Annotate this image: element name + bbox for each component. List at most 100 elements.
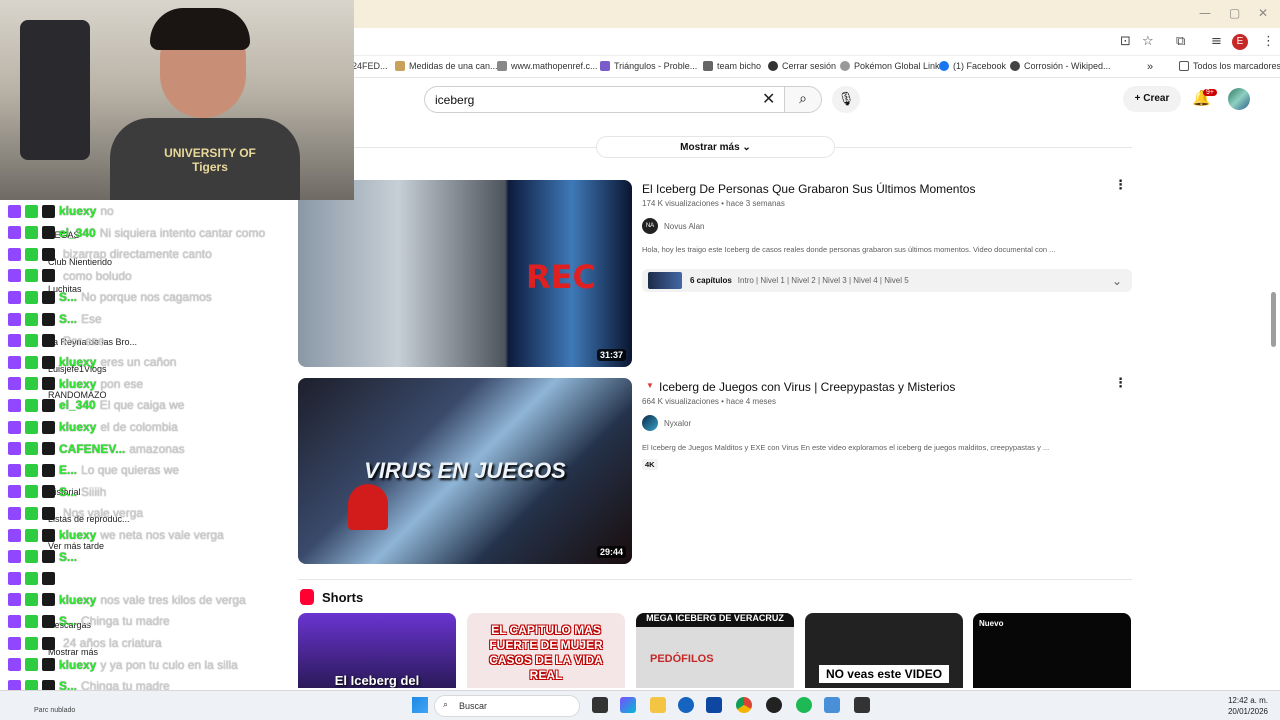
bookmark-item[interactable]: Pokémon Global Link [840, 61, 940, 71]
taskbar-search-input[interactable]: ⌕ Buscar [434, 695, 580, 717]
chat-line: kluexy el de colombia [8, 418, 178, 436]
chat-badge-icon [8, 485, 21, 499]
chrome-icon[interactable] [736, 697, 752, 713]
more-options-icon[interactable]: ⋮ [1114, 376, 1127, 391]
short-subtext: PEDÓFILOS [650, 653, 714, 665]
short-thumbnail[interactable]: Nuevo [973, 613, 1131, 688]
install-app-icon[interactable]: ⊡ [1120, 34, 1131, 49]
chat-username: kluexy [59, 528, 97, 542]
extensions-icon[interactable]: ⧉ [1176, 34, 1185, 49]
chat-badge-icon [8, 226, 21, 240]
chevron-down-icon[interactable]: ⌄ [1112, 274, 1122, 288]
voice-search-button[interactable]: 🎙 [832, 86, 860, 113]
clear-search-icon[interactable]: ✕ [762, 89, 775, 108]
bookmark-item[interactable]: Corrosión - Wikiped... [1010, 61, 1111, 71]
chat-username: el_340 [59, 398, 96, 413]
short-thumbnail[interactable]: EL CAPITULO MAS FUERTE DE MUJER CASOS DE… [467, 613, 625, 688]
chevron-down-icon: ⌄ [742, 142, 751, 153]
task-view-icon[interactable] [592, 697, 608, 713]
chat-message: we neta nos vale verga [100, 528, 224, 542]
reading-list-icon[interactable]: ≡ [1211, 34, 1222, 49]
video-thumbnail[interactable]: VIRUS EN JUEGOS 29:44 [298, 378, 632, 564]
chat-badge-icon [8, 247, 21, 261]
chat-badge-icon [25, 485, 38, 499]
clock-date: 20/01/2026 [1227, 707, 1268, 716]
chat-badge-icon [42, 269, 55, 283]
close-window-button[interactable]: ✕ [1258, 6, 1268, 20]
chat-message: Por ese [63, 333, 105, 348]
chat-badge-icon [25, 398, 38, 412]
channel-link[interactable]: NA Novus Alan [642, 218, 704, 234]
user-avatar[interactable] [1228, 88, 1250, 110]
video-title[interactable]: El Iceberg De Personas Que Grabaron Sus … [642, 182, 975, 196]
short-thumbnail[interactable]: El Iceberg del [298, 613, 456, 688]
short-text: EL CAPITULO MAS FUERTE DE MUJER CASOS DE… [489, 623, 603, 682]
chat-message: No porque nos cagamos [81, 290, 212, 305]
chat-line: E... Lo que quieras we [8, 461, 179, 479]
plus-icon: + [1134, 93, 1144, 104]
video-thumbnail[interactable]: REC 31:37 [298, 180, 632, 367]
video-title[interactable]: Iceberg de Juegos con Virus | Creepypast… [659, 380, 955, 394]
page-scrollbar[interactable] [1271, 292, 1276, 347]
show-more-button[interactable]: Mostrar más ⌄ [596, 136, 835, 158]
obs-icon[interactable] [766, 697, 782, 713]
chapters-row[interactable]: 6 capítulos Intro | Nivel 1 | Nivel 2 | … [642, 269, 1132, 292]
bookmark-item[interactable]: team bicho [703, 61, 761, 71]
chat-badge-icon [25, 614, 38, 628]
chat-badge-icon [25, 420, 38, 434]
windows-taskbar: Parc nublado ⌕ Buscar 12:42 a. m. 20/01/… [0, 690, 1280, 720]
divider [835, 147, 1132, 148]
chat-message: Ese [81, 312, 102, 326]
chat-line: el_340 Ni siquiera intento cantar como [8, 224, 265, 242]
short-thumbnail[interactable]: NO veas este VIDEO [805, 613, 963, 688]
browser-menu-icon[interactable]: ⋮ [1262, 34, 1275, 49]
bookmark-favicon-icon [703, 61, 713, 71]
bookmark-star-icon[interactable]: ☆ [1142, 34, 1154, 49]
app-icon[interactable] [824, 697, 840, 713]
chat-badge-icon [8, 312, 21, 326]
chat-message: Lo que quieras we [81, 463, 180, 478]
chat-badge-icon [25, 269, 38, 283]
create-button[interactable]: + Crear [1123, 86, 1181, 112]
profile-avatar[interactable]: E [1232, 34, 1248, 50]
chat-badge-icon [8, 204, 21, 218]
system-clock[interactable]: 12:42 a. m. 20/01/2026 [1228, 695, 1268, 717]
channel-name: Novus Alan [664, 221, 705, 231]
chat-line: S... Chinga tu madre [8, 612, 170, 630]
windows-start-icon[interactable] [412, 697, 428, 713]
bookmark-item[interactable]: (1) Facebook [939, 61, 1006, 71]
bookmark-item[interactable]: 24FED... [352, 61, 388, 71]
app-icon[interactable] [854, 697, 870, 713]
bookmark-item[interactable]: www.mathopenref.c... [497, 61, 598, 71]
channel-link[interactable]: Nyxalor [642, 415, 691, 431]
chat-badge-icon [42, 506, 55, 520]
chat-badge-icon [8, 290, 21, 304]
chat-badge-icon [25, 377, 38, 391]
chat-badge-icon [42, 593, 55, 607]
chat-badge-icon [8, 550, 21, 564]
bookmark-item[interactable]: Cerrar sesión [768, 61, 836, 71]
maximize-button[interactable]: ▢ [1229, 6, 1240, 20]
chat-badge-icon [42, 463, 55, 477]
chat-badge-icon [25, 528, 38, 542]
short-thumbnail[interactable]: MEGA ICEBERG DE VERACRUZ PEDÓFILOS [636, 613, 794, 688]
edge-icon[interactable] [678, 697, 694, 713]
bookmarks-overflow-button[interactable]: » [1147, 61, 1153, 73]
search-button[interactable]: ⌕ [784, 86, 822, 113]
all-bookmarks-button[interactable]: Todos los marcadores [1179, 61, 1280, 71]
chat-badge-icon [25, 571, 38, 585]
file-explorer-icon[interactable] [650, 697, 666, 713]
bookmark-item[interactable]: Triángulos - Proble... [600, 61, 697, 71]
store-icon[interactable] [706, 697, 722, 713]
facebook-icon [939, 61, 949, 71]
chat-badge-icon [42, 528, 55, 542]
search-input[interactable]: iceberg [424, 86, 784, 113]
chat-badge-icon [42, 334, 55, 348]
spotify-icon[interactable] [796, 697, 812, 713]
bookmark-item[interactable]: Medidas de una can... [395, 61, 498, 71]
chat-badge-icon [42, 398, 55, 412]
app-icon[interactable] [620, 697, 636, 713]
quality-badge: 4K [642, 459, 658, 470]
minimize-button[interactable]: — [1199, 6, 1211, 20]
more-options-icon[interactable]: ⋮ [1114, 178, 1127, 193]
